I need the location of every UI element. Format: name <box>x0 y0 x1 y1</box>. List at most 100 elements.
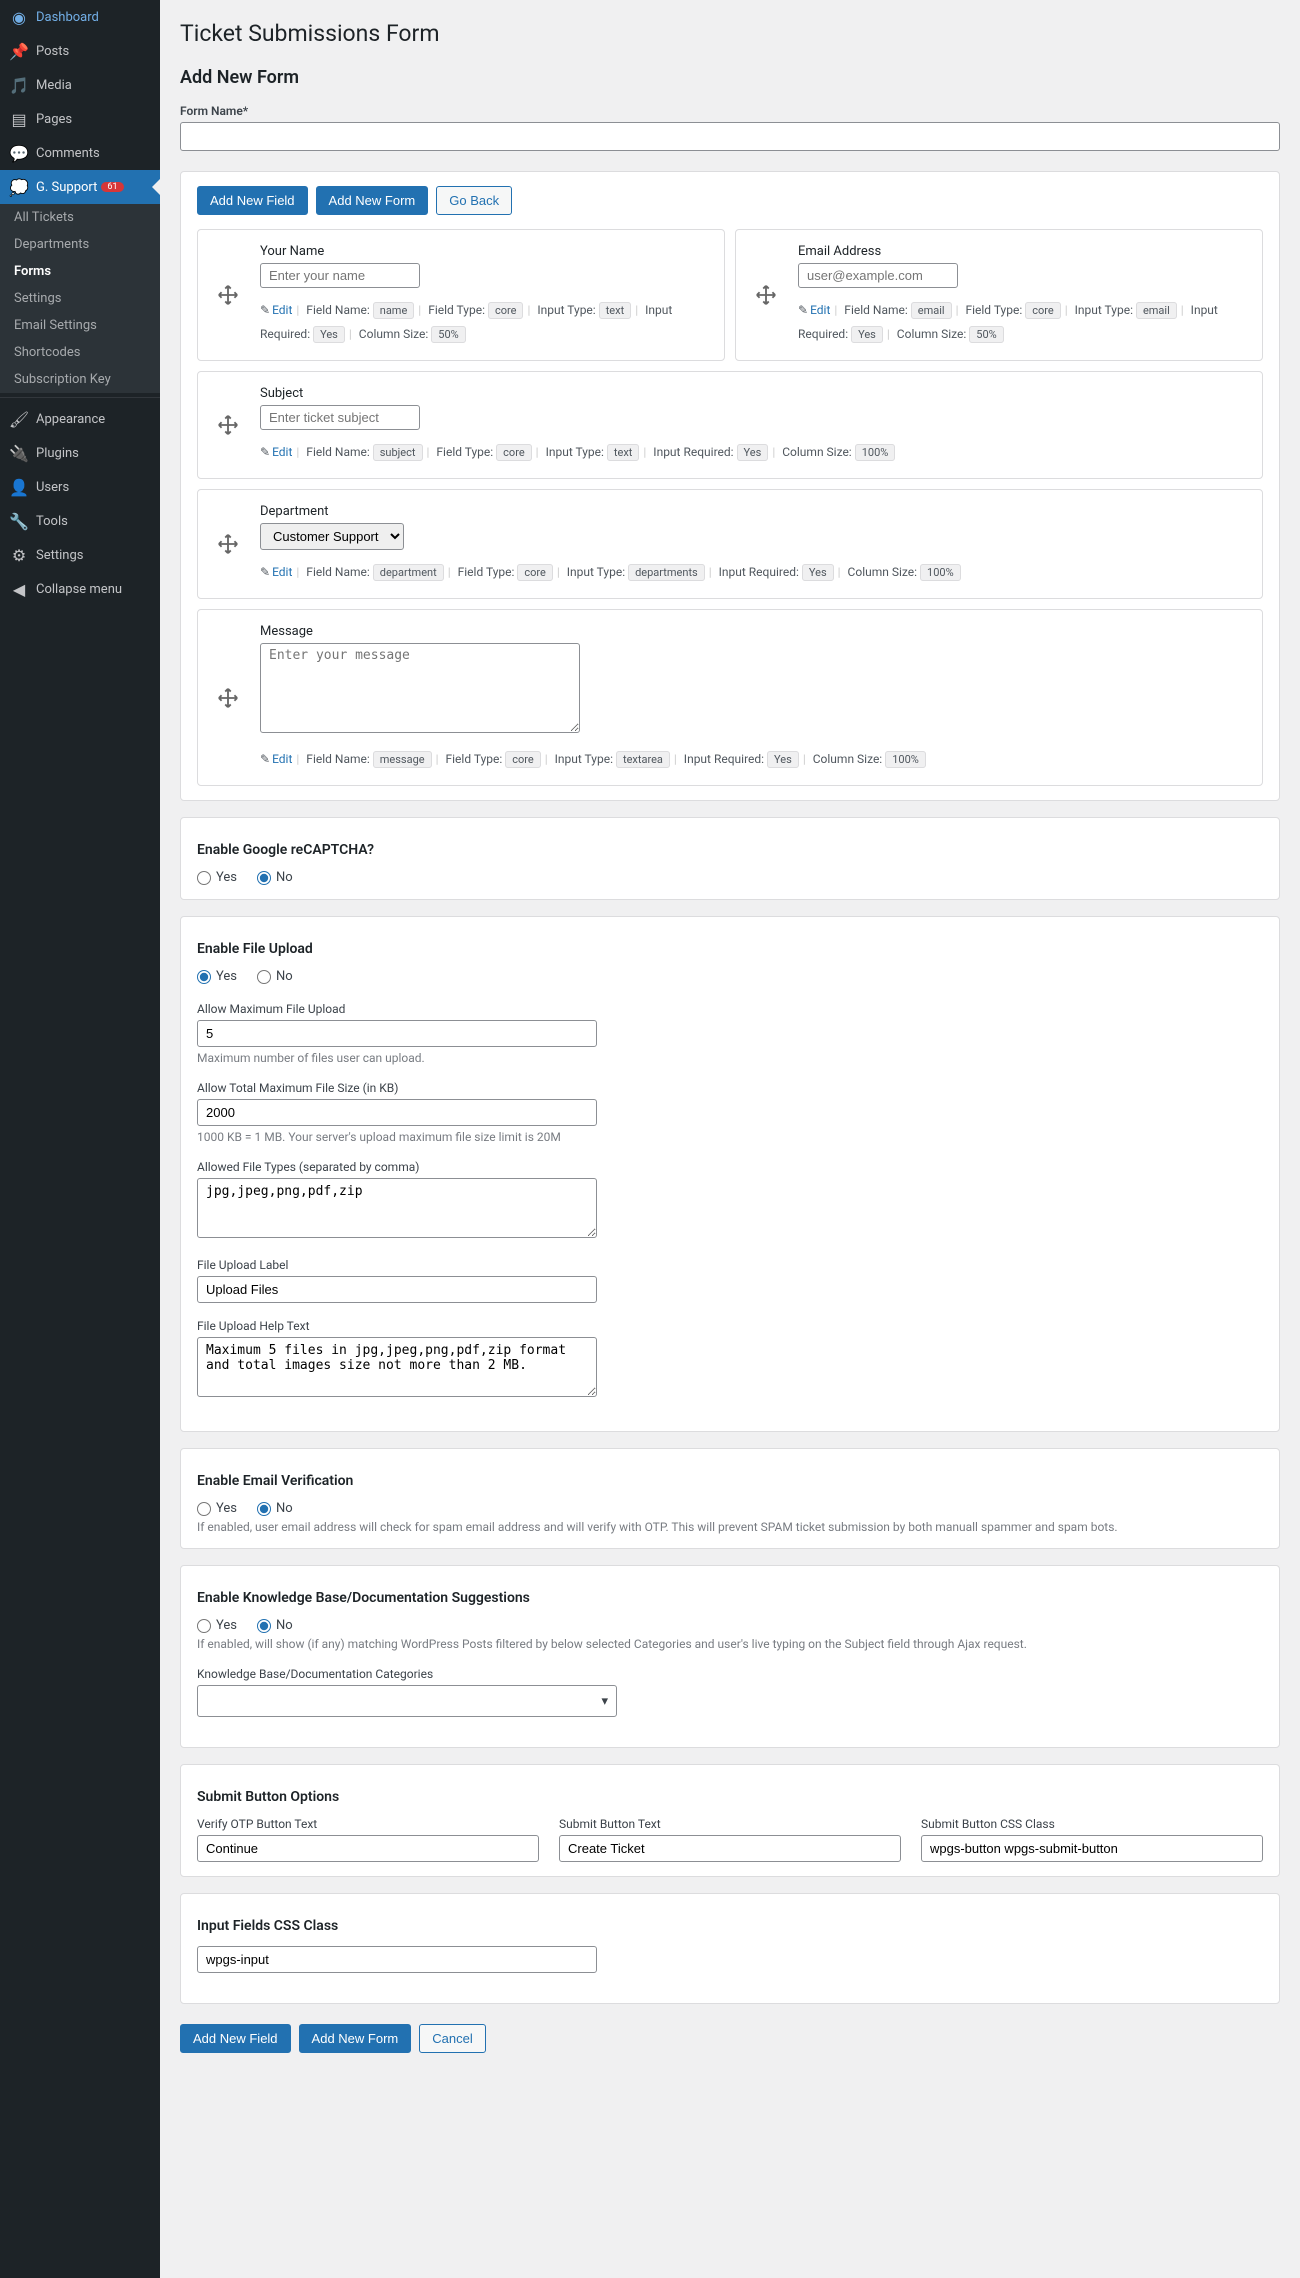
submenu-item-settings[interactable]: Settings <box>0 285 160 312</box>
max-size-input[interactable] <box>197 1099 597 1126</box>
menu-label: Pages <box>36 112 72 127</box>
add-new-form-button[interactable]: Add New Form <box>316 186 429 215</box>
field-meta: ✎Edit| Field Name: department| Field Typ… <box>260 560 1248 584</box>
department-select[interactable]: Customer Support <box>260 523 404 550</box>
submenu-item-email-settings[interactable]: Email Settings <box>0 312 160 339</box>
field-block-message: Message ✎Edit| Field Name: message| Field… <box>197 609 1263 786</box>
form-name-input[interactable] <box>180 122 1280 151</box>
field-meta: ✎Edit| Field Name: subject| Field Type: … <box>260 440 1248 464</box>
input-css-heading: Input Fields CSS Class <box>197 1918 1263 1934</box>
recaptcha-no[interactable]: No <box>257 870 293 885</box>
submit-opts-heading: Submit Button Options <box>197 1789 1263 1805</box>
drag-handle-icon[interactable] <box>750 244 782 346</box>
menu-label: Dashboard <box>36 10 99 25</box>
name-input[interactable] <box>260 263 420 288</box>
menu-item-posts[interactable]: 📌 Posts <box>0 34 160 68</box>
help-text-input[interactable] <box>197 1337 597 1397</box>
footer-add-new-form-button[interactable]: Add New Form <box>299 2024 412 2053</box>
submenu-item-forms[interactable]: Forms <box>0 258 160 285</box>
edit-link[interactable]: Edit <box>810 303 830 317</box>
allowed-types-label: Allowed File Types (separated by comma) <box>197 1160 1263 1174</box>
menu-item-users[interactable]: 👤 Users <box>0 470 160 504</box>
max-size-help: 1000 KB = 1 MB. Your server's upload max… <box>197 1130 1263 1144</box>
menu-item-settings[interactable]: ⚙Settings <box>0 538 160 572</box>
menu-item-comments[interactable]: 💬Comments <box>0 136 160 170</box>
footer-add-new-field-button[interactable]: Add New Field <box>180 2024 291 2053</box>
users-icon: 👤 <box>10 478 28 496</box>
menu-item-plugins[interactable]: 🔌Plugins <box>0 436 160 470</box>
otp-input[interactable] <box>197 1835 539 1862</box>
menu-item-appearance[interactable]: 🖌Appearance <box>0 402 160 436</box>
submit-text-label: Submit Button Text <box>559 1817 901 1831</box>
submenu-item-shortcodes[interactable]: Shortcodes <box>0 339 160 366</box>
file-upload-no[interactable]: No <box>257 969 293 984</box>
menu-label: Plugins <box>36 446 79 461</box>
menu-label: Users <box>36 480 69 495</box>
menu-label: Posts <box>36 44 69 59</box>
kb-cat-select[interactable]: ▾ <box>197 1685 617 1717</box>
edit-link[interactable]: Edit <box>272 445 292 459</box>
max-upload-input[interactable] <box>197 1020 597 1047</box>
menu-item-tools[interactable]: 🔧Tools <box>0 504 160 538</box>
edit-icon: ✎ <box>260 445 270 459</box>
edit-link[interactable]: Edit <box>272 752 292 766</box>
collapse-icon: ◀ <box>10 580 28 598</box>
menu-label: Comments <box>36 146 100 161</box>
input-css-input[interactable] <box>197 1946 597 1973</box>
drag-handle-icon[interactable] <box>212 386 244 464</box>
kb-help: If enabled, will show (if any) matching … <box>197 1637 1263 1651</box>
edit-link[interactable]: Edit <box>272 303 292 317</box>
menu-item-collapse-menu[interactable]: ◀Collapse menu <box>0 572 160 606</box>
submit-css-label: Submit Button CSS Class <box>921 1817 1263 1831</box>
submenu-item-departments[interactable]: Departments <box>0 231 160 258</box>
kb-heading: Enable Knowledge Base/Documentation Sugg… <box>197 1590 1263 1606</box>
email-input[interactable] <box>798 263 958 288</box>
drag-handle-icon[interactable] <box>212 244 244 346</box>
menu-item-pages[interactable]: ▤ Pages <box>0 102 160 136</box>
menu-item-dashboard[interactable]: ◉ Dashboard <box>0 0 160 34</box>
edit-icon: ✎ <box>260 565 270 579</box>
menu-item-g-support[interactable]: 💭G. Support61 <box>0 170 160 204</box>
kb-no[interactable]: No <box>257 1618 293 1633</box>
upload-label-input[interactable] <box>197 1276 597 1303</box>
dashboard-icon: ◉ <box>10 8 28 26</box>
file-upload-yes[interactable]: Yes <box>197 969 237 984</box>
subject-input[interactable] <box>260 405 420 430</box>
drag-handle-icon[interactable] <box>212 624 244 771</box>
drag-handle-icon[interactable] <box>212 504 244 584</box>
field-label: Message <box>260 624 1248 639</box>
menu-label: Settings <box>36 548 83 563</box>
max-upload-label: Allow Maximum File Upload <box>197 1002 1263 1016</box>
pages-icon: ▤ <box>10 110 28 128</box>
file-upload-heading: Enable File Upload <box>197 941 1263 957</box>
message-textarea[interactable] <box>260 643 580 733</box>
support-icon: 💭 <box>10 178 28 196</box>
edit-icon: ✎ <box>260 752 270 766</box>
email-verify-no[interactable]: No <box>257 1501 293 1516</box>
email-verify-yes[interactable]: Yes <box>197 1501 237 1516</box>
submit-css-input[interactable] <box>921 1835 1263 1862</box>
submenu-item-subscription-key[interactable]: Subscription Key <box>0 366 160 393</box>
field-meta: ✎Edit| Field Name: message| Field Type: … <box>260 747 1248 771</box>
kb-yes[interactable]: Yes <box>197 1618 237 1633</box>
menu-item-media[interactable]: 🎵Media <box>0 68 160 102</box>
add-new-field-button[interactable]: Add New Field <box>197 186 308 215</box>
pin-icon: 📌 <box>10 42 28 60</box>
field-block-subject: Subject✎Edit| Field Name: subject| Field… <box>197 371 1263 479</box>
allowed-types-input[interactable] <box>197 1178 597 1238</box>
recaptcha-yes[interactable]: Yes <box>197 870 237 885</box>
field-label: Department <box>260 504 1248 519</box>
admin-sidebar: ◉ Dashboard 📌 Posts 🎵Media ▤ Pages 💬Comments💭G.… <box>0 0 160 2278</box>
upload-label-label: File Upload Label <box>197 1258 1263 1272</box>
recaptcha-heading: Enable Google reCAPTCHA? <box>197 842 1263 858</box>
tools-icon: 🔧 <box>10 512 28 530</box>
submenu-item-all-tickets[interactable]: All Tickets <box>0 204 160 231</box>
field-block-email: Email Address✎Edit| Field Name: email| F… <box>735 229 1263 361</box>
footer-cancel-button[interactable]: Cancel <box>419 2024 485 2053</box>
field-block-department: Department Customer Support ✎Edit| Field N… <box>197 489 1263 599</box>
go-back-button[interactable]: Go Back <box>436 186 512 215</box>
field-block-name: Your Name✎Edit| Field Name: name| Field … <box>197 229 725 361</box>
menu-label: Appearance <box>36 412 105 427</box>
edit-link[interactable]: Edit <box>272 565 292 579</box>
submit-text-input[interactable] <box>559 1835 901 1862</box>
